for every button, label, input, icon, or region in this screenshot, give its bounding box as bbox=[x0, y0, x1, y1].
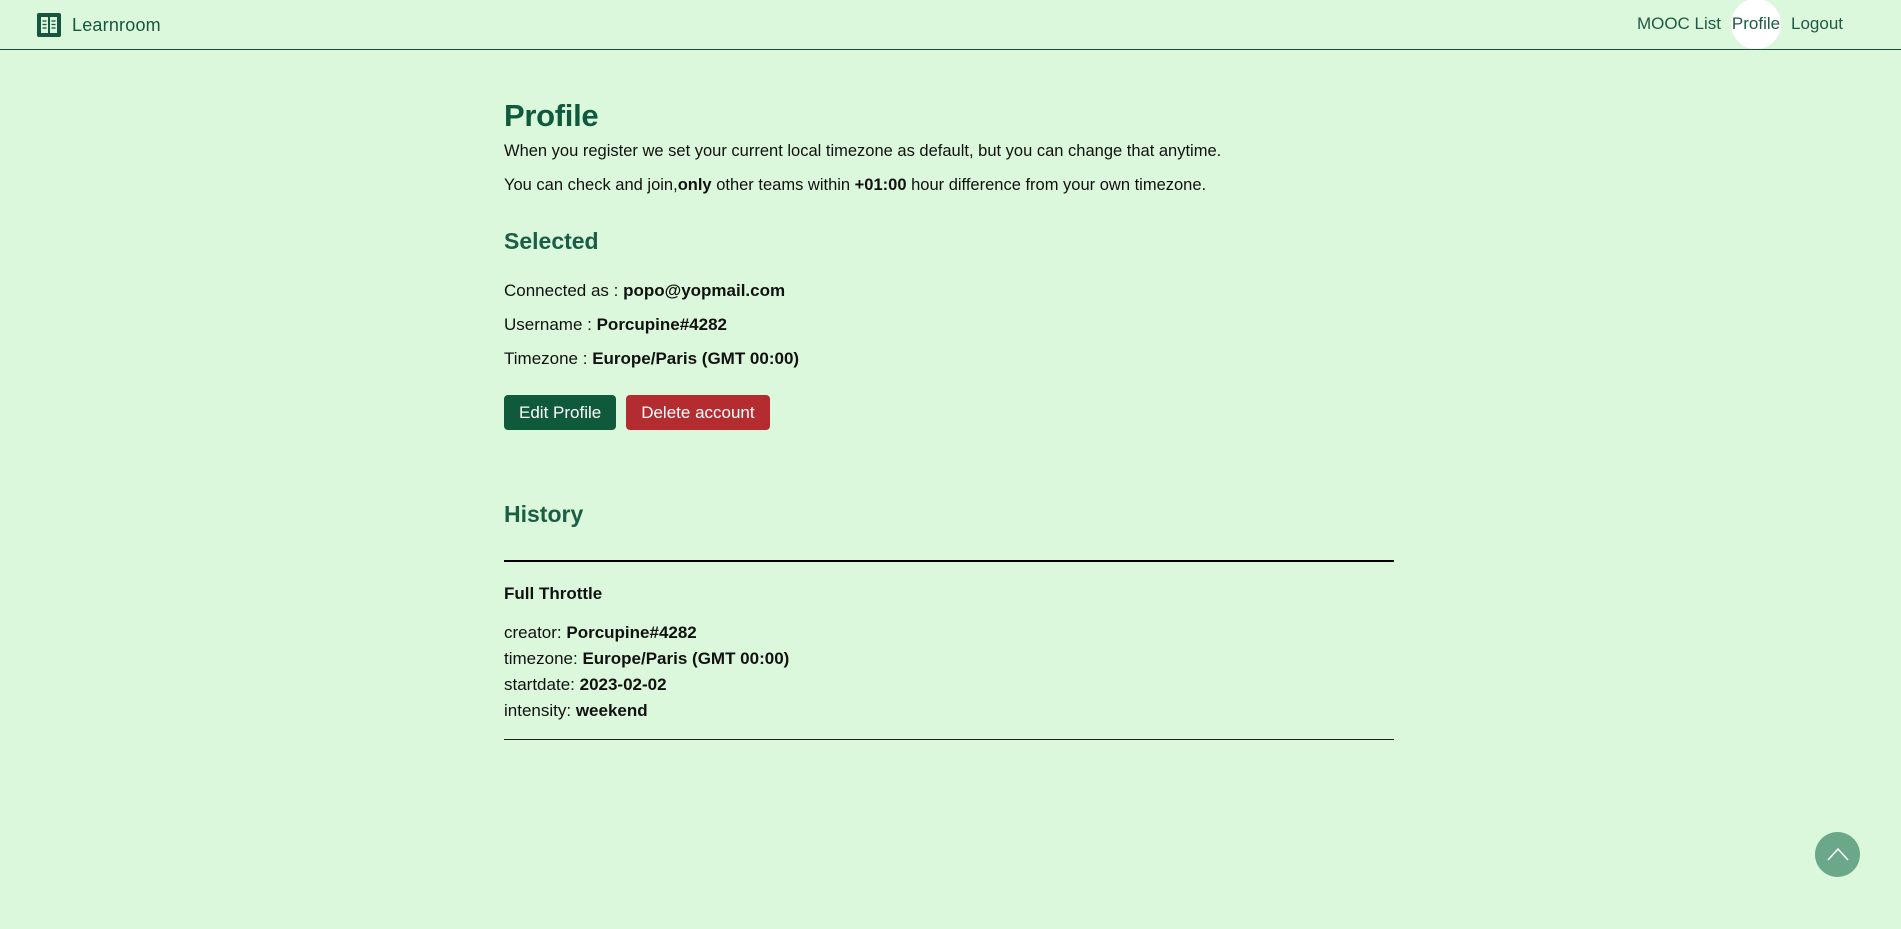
join-offset: +01:00 bbox=[854, 176, 907, 194]
join-suffix: hour difference from your own timezone. bbox=[906, 176, 1207, 194]
username-row: Username : Porcupine#4282 bbox=[504, 313, 1394, 337]
top-navbar: Learnroom MOOC List Profile Logout bbox=[0, 0, 1901, 50]
team-name: Full Throttle bbox=[504, 584, 603, 603]
connected-label: Connected as : bbox=[504, 281, 624, 300]
brand-name: Learnroom bbox=[72, 14, 161, 35]
intensity-value: weekend bbox=[575, 701, 648, 720]
history-top-divider bbox=[504, 560, 1394, 562]
history-bottom-divider bbox=[504, 739, 1394, 740]
team-creator: creator: Porcupine#4282 bbox=[504, 620, 1394, 646]
intensity-label: intensity: bbox=[504, 701, 576, 720]
team-startdate: startdate: 2023-02-02 bbox=[504, 672, 1394, 698]
join-prefix: You can check and join, bbox=[504, 176, 678, 194]
team-timezone: timezone: Europe/Paris (GMT 00:00) bbox=[504, 646, 1394, 672]
creator-label: creator: bbox=[504, 623, 567, 642]
team-timezone-value: Europe/Paris (GMT 00:00) bbox=[582, 649, 790, 668]
nav-mooc-list[interactable]: MOOC List bbox=[1629, 0, 1729, 48]
connected-as-row: Connected as : popo@yopmail.com bbox=[504, 279, 1394, 303]
timezone-label: Timezone : bbox=[504, 349, 593, 368]
profile-actions: Edit Profile Delete account bbox=[504, 395, 1394, 430]
chevron-up-icon bbox=[1826, 847, 1849, 861]
nav-profile[interactable]: Profile bbox=[1731, 0, 1781, 49]
scroll-to-top-button[interactable] bbox=[1815, 832, 1860, 877]
history-item: Full Throttle creator: Porcupine#4282 ti… bbox=[504, 582, 1394, 724]
startdate-label: startdate: bbox=[504, 675, 580, 694]
edit-profile-button[interactable]: Edit Profile bbox=[504, 395, 617, 430]
creator-value: Porcupine#4282 bbox=[566, 623, 697, 642]
join-only: only bbox=[677, 176, 712, 194]
page-title: Profile bbox=[504, 98, 599, 133]
timezone-row: Timezone : Europe/Paris (GMT 00:00) bbox=[504, 347, 1394, 371]
brand-link[interactable]: Learnroom bbox=[36, 11, 161, 39]
username-label: Username : bbox=[504, 315, 597, 334]
connected-email: popo@yopmail.com bbox=[623, 281, 786, 300]
join-middle: other teams within bbox=[711, 176, 855, 194]
nav-logout[interactable]: Logout bbox=[1783, 0, 1851, 48]
history-heading: History bbox=[504, 501, 584, 527]
selected-heading: Selected bbox=[504, 228, 599, 254]
team-intensity: intensity: weekend bbox=[504, 698, 1394, 724]
book-icon bbox=[37, 13, 61, 37]
team-timezone-label: timezone: bbox=[504, 649, 583, 668]
nav-links: MOOC List Profile Logout bbox=[1629, 0, 1851, 49]
timezone-intro-text: When you register we set your current lo… bbox=[504, 142, 1222, 160]
delete-account-button[interactable]: Delete account bbox=[626, 395, 770, 430]
timezone-value: Europe/Paris (GMT 00:00) bbox=[592, 349, 800, 368]
timezone-join-text: You can check and join,only other teams … bbox=[504, 174, 1394, 196]
username-value: Porcupine#4282 bbox=[596, 315, 727, 334]
startdate-value: 2023-02-02 bbox=[579, 675, 667, 694]
profile-content: Profile When you register we set your cu… bbox=[504, 96, 1394, 740]
